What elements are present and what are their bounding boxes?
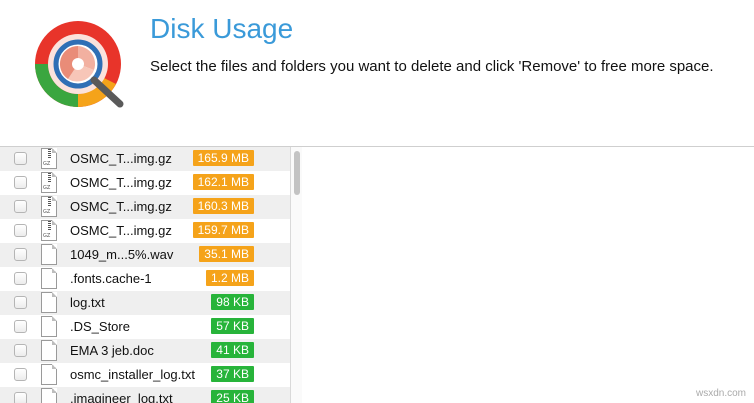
select-checkbox[interactable] xyxy=(14,200,27,213)
select-checkbox[interactable] xyxy=(14,368,27,381)
select-checkbox[interactable] xyxy=(14,152,27,165)
text-file-icon xyxy=(41,388,57,403)
select-checkbox[interactable] xyxy=(14,224,27,237)
gz-archive-icon: GZ xyxy=(41,172,57,193)
gz-archive-icon: GZ xyxy=(41,220,57,241)
file-row[interactable]: osmc_installer_log.txt 37 KB xyxy=(0,363,290,387)
file-row[interactable]: .fonts.cache-1 1.2 MB xyxy=(0,267,290,291)
file-size-badge: 165.9 MB xyxy=(192,150,254,166)
text-file-icon xyxy=(41,364,57,385)
file-name: OSMC_T...img.gz xyxy=(70,175,172,190)
select-checkbox[interactable] xyxy=(14,392,27,403)
file-row[interactable]: EMA 3 jeb.doc 41 KB xyxy=(0,339,290,363)
document-icon xyxy=(41,268,57,289)
watermark: wsxdn.com xyxy=(695,388,746,399)
file-name: .DS_Store xyxy=(70,319,130,334)
file-list: GZ OSMC_T...img.gz 165.9 MB GZ OSMC_T...… xyxy=(0,147,290,403)
file-name: log.txt xyxy=(70,295,105,310)
file-row[interactable]: GZ OSMC_T...img.gz 160.3 MB xyxy=(0,195,290,219)
file-row[interactable]: log.txt 98 KB xyxy=(0,291,290,315)
details-pane xyxy=(302,147,754,403)
file-name: 1049_m...5%.wav xyxy=(70,247,174,262)
file-size-badge: 41 KB xyxy=(211,342,254,358)
document-icon xyxy=(41,316,57,337)
page-subtitle: Select the files and folders you want to… xyxy=(150,58,714,75)
gz-archive-icon: GZ xyxy=(41,148,57,169)
file-row[interactable]: GZ OSMC_T...img.gz 159.7 MB xyxy=(0,219,290,243)
file-row[interactable]: .DS_Store 57 KB xyxy=(0,315,290,339)
file-name: OSMC_T...img.gz xyxy=(70,223,172,238)
text-file-icon xyxy=(41,292,57,313)
select-checkbox[interactable] xyxy=(14,248,27,261)
select-checkbox[interactable] xyxy=(14,344,27,357)
file-size-badge: 162.1 MB xyxy=(192,174,254,190)
file-name: OSMC_T...img.gz xyxy=(70,151,172,166)
scrollbar-thumb[interactable] xyxy=(294,151,300,195)
select-checkbox[interactable] xyxy=(14,272,27,285)
file-name: EMA 3 jeb.doc xyxy=(70,343,154,358)
file-row[interactable]: 1049_m...5%.wav 35.1 MB xyxy=(0,243,290,267)
file-name: .fonts.cache-1 xyxy=(70,271,152,286)
header: Disk Usage Select the files and folders … xyxy=(0,0,754,146)
file-size-badge: 159.7 MB xyxy=(192,222,254,238)
select-checkbox[interactable] xyxy=(14,296,27,309)
file-size-badge: 98 KB xyxy=(211,294,254,310)
file-size-badge: 37 KB xyxy=(211,366,254,382)
file-size-badge: 57 KB xyxy=(211,318,254,334)
document-icon xyxy=(41,244,57,265)
file-name: OSMC_T...img.gz xyxy=(70,199,172,214)
file-size-badge: 35.1 MB xyxy=(199,246,254,262)
document-icon xyxy=(41,340,57,361)
file-size-badge: 1.2 MB xyxy=(205,270,254,286)
page-title: Disk Usage xyxy=(150,13,294,44)
select-checkbox[interactable] xyxy=(14,176,27,189)
file-row[interactable]: GZ OSMC_T...img.gz 162.1 MB xyxy=(0,171,290,195)
list-scrollbar[interactable] xyxy=(290,147,302,403)
file-row[interactable]: GZ OSMC_T...img.gz 165.9 MB xyxy=(0,147,290,171)
file-name: osmc_installer_log.txt xyxy=(70,367,195,382)
file-size-badge: 160.3 MB xyxy=(192,198,254,214)
file-name: .imagineer_log.txt xyxy=(70,391,173,403)
disk-usage-logo-icon xyxy=(35,21,124,108)
gz-archive-icon: GZ xyxy=(41,196,57,217)
file-size-badge: 25 KB xyxy=(211,390,254,403)
file-row[interactable]: .imagineer_log.txt 25 KB xyxy=(0,387,290,403)
select-checkbox[interactable] xyxy=(14,320,27,333)
